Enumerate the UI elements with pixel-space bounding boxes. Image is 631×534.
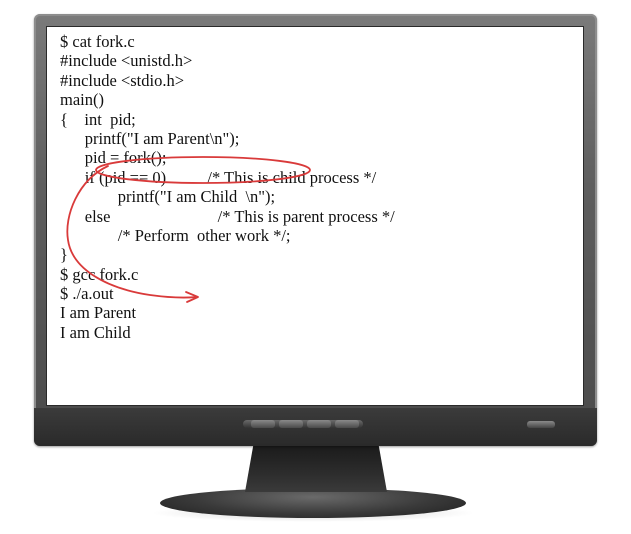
monitor-control-buttons[interactable] <box>243 420 363 428</box>
code-line: /* Perform other work */; <box>60 225 291 245</box>
code-line: #include <stdio.h> <box>60 70 185 90</box>
terminal-code-listing: $ cat fork.c #include <unistd.h> #include … <box>60 32 395 342</box>
code-line: } <box>60 245 68 265</box>
monitor-button-1[interactable] <box>251 420 275 428</box>
code-line: I am Parent <box>60 303 137 323</box>
monitor-stand-neck <box>245 444 387 492</box>
code-line: main() <box>60 90 104 110</box>
code-line: else /* This is parent process */ <box>60 206 395 226</box>
monitor-button-2[interactable] <box>279 420 303 428</box>
monitor-screen: $ cat fork.c #include <unistd.h> #include … <box>46 26 584 406</box>
code-line: $ gcc fork.c <box>60 264 139 284</box>
code-line: if (pid == 0) /* This is child process *… <box>60 167 377 187</box>
power-button[interactable] <box>527 421 555 428</box>
code-line: printf("I am Child \n"); <box>60 187 276 207</box>
code-line: I am Child <box>60 322 131 342</box>
code-line: pid = fork(); <box>60 148 167 168</box>
code-line: $ cat fork.c <box>60 32 135 51</box>
monitor-photo: $ cat fork.c #include <unistd.h> #include … <box>0 0 631 534</box>
code-line: #include <unistd.h> <box>60 51 193 71</box>
code-line: printf("I am Parent\n"); <box>60 128 240 148</box>
monitor-button-4[interactable] <box>335 420 359 428</box>
monitor-button-3[interactable] <box>307 420 331 428</box>
monitor-stand-base <box>160 488 466 518</box>
code-line: $ ./a.out <box>60 284 114 304</box>
code-line: { int pid; <box>60 109 136 129</box>
